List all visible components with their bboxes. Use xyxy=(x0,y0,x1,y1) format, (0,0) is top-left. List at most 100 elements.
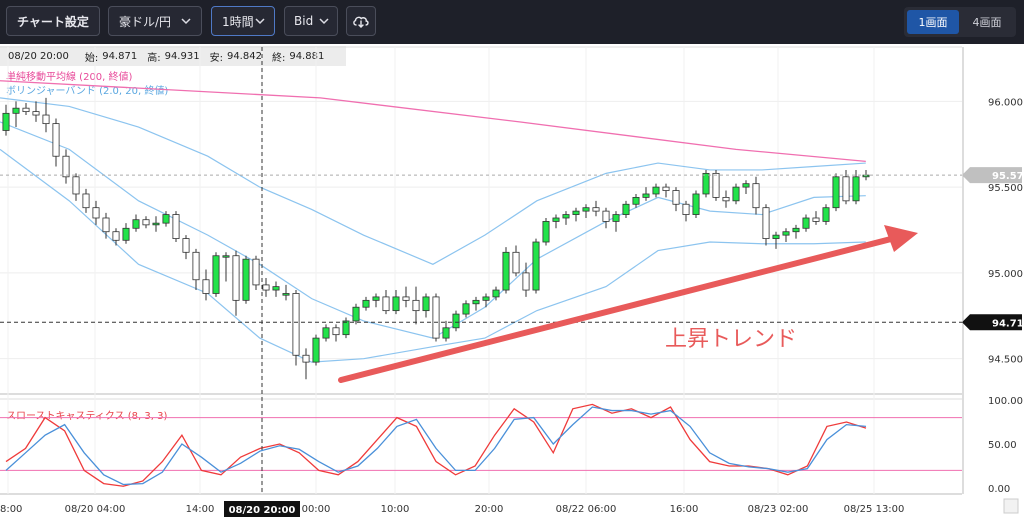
candle-body xyxy=(2,112,10,131)
candle-body xyxy=(812,217,820,222)
candle-body xyxy=(272,286,280,291)
candle-body xyxy=(142,219,150,226)
candle-body xyxy=(792,227,800,233)
toolbar: チャート設定 豪ドル/円 1時間 Bid 1画面 4画面 xyxy=(0,0,1024,44)
candle-body xyxy=(482,296,490,301)
candle-body xyxy=(532,241,540,291)
stoch-d-line xyxy=(5,406,867,486)
price-type-label: Bid xyxy=(294,14,314,28)
layout-toggle: 1画面 4画面 xyxy=(904,7,1016,37)
layout-1-button[interactable]: 1画面 xyxy=(907,10,959,34)
candle-body xyxy=(162,214,170,224)
y-tick-label: 95.000 xyxy=(988,269,1023,280)
y-tick-label: 95.500 xyxy=(988,183,1023,194)
candle-body xyxy=(232,255,240,301)
candle-body xyxy=(112,231,120,241)
candle-body xyxy=(822,207,830,222)
axis-corner xyxy=(1003,498,1019,514)
crosshair-price-label: 94.712 xyxy=(992,318,1024,329)
sma-line xyxy=(0,80,866,163)
timeframe-select[interactable]: 1時間 xyxy=(211,6,275,36)
x-tick-label: 08/23 02:00 xyxy=(748,504,809,515)
stochastic-panel xyxy=(0,403,962,487)
candle-body xyxy=(762,207,770,239)
candle-body xyxy=(542,221,550,243)
candle-body xyxy=(332,327,340,336)
candle-body xyxy=(422,296,430,312)
candle-body xyxy=(842,176,850,202)
candle-body xyxy=(72,176,80,195)
candle-body xyxy=(442,327,450,339)
pair-select[interactable]: 豪ドル/円 xyxy=(108,6,202,36)
x-tick-label: 14:00 xyxy=(186,504,215,515)
chevron-down-icon xyxy=(181,18,191,25)
x-tick-label: 10:00 xyxy=(381,504,410,515)
candle-body xyxy=(602,210,610,222)
trend-annotation: 上昇トレンド xyxy=(665,327,797,352)
candle-body xyxy=(432,296,440,339)
cloud-download-icon xyxy=(353,16,369,28)
price-type-select[interactable]: Bid xyxy=(284,6,338,36)
candle-body xyxy=(262,284,270,291)
stoch-y-tick-label: 0.00 xyxy=(988,484,1010,495)
candle-body xyxy=(562,214,570,219)
candle-body xyxy=(782,231,790,236)
x-tick-label: 20:00 xyxy=(475,504,504,515)
x-tick-label: 08/22 06:00 xyxy=(556,504,617,515)
x-tick-label: 08/25 13:00 xyxy=(844,504,905,515)
candle-body xyxy=(242,258,250,301)
chart-canvas[interactable]: 96.000 95.500 95.000 94.500 18:00 08/20 04:00… xyxy=(0,44,1024,519)
timeframe-label: 1時間 xyxy=(222,14,254,29)
candle-body xyxy=(62,155,70,178)
candle-body xyxy=(252,258,260,286)
y-tick-label: 96.000 xyxy=(988,97,1023,108)
candle-body xyxy=(492,289,500,298)
pair-label: 豪ドル/円 xyxy=(119,14,172,29)
candle-body xyxy=(42,114,50,125)
candle-body xyxy=(622,203,630,215)
x-tick-label: 16:00 xyxy=(670,504,699,515)
chevron-down-icon xyxy=(319,18,329,25)
candle-body xyxy=(312,337,320,363)
candle-body xyxy=(342,320,350,336)
candle-body xyxy=(732,186,740,202)
candle-body xyxy=(582,207,590,212)
candle-body xyxy=(572,210,580,215)
candle-body xyxy=(282,293,290,296)
candle-body xyxy=(672,190,680,205)
candle-body xyxy=(22,107,30,113)
candle-body xyxy=(222,255,230,258)
candle-body xyxy=(832,176,840,209)
current-price-label: 95.570 xyxy=(992,171,1024,182)
candle-body xyxy=(132,219,140,229)
candle-body xyxy=(712,172,720,198)
x-tick-label: 08/20 04:00 xyxy=(65,504,126,515)
candle-body xyxy=(852,176,860,202)
candle-body xyxy=(122,227,130,241)
crosshair-time-label: 08/20 20:00 xyxy=(229,505,296,516)
chart-settings-button[interactable]: チャート設定 xyxy=(6,6,100,36)
candle-body xyxy=(402,296,410,301)
candle-body xyxy=(382,296,390,312)
candle-body xyxy=(362,299,370,308)
candle-body xyxy=(172,214,180,239)
layout-4-button[interactable]: 4画面 xyxy=(961,10,1013,34)
candle-body xyxy=(632,196,640,205)
candle-body xyxy=(212,255,220,294)
stoch-y-tick-label: 100.00 xyxy=(988,396,1023,407)
candle-body xyxy=(32,111,40,116)
download-button[interactable] xyxy=(346,6,376,36)
candle-body xyxy=(472,299,480,305)
trend-arrow-head xyxy=(884,225,918,252)
sma-200-line xyxy=(0,80,866,163)
axes: 96.000 95.500 95.000 94.500 18:00 08/20 04:00… xyxy=(0,97,1023,515)
candle-body xyxy=(612,214,620,222)
candle-body xyxy=(352,306,360,322)
candle-body xyxy=(502,251,510,291)
candle-body xyxy=(512,251,520,274)
candle-body xyxy=(772,234,780,239)
candle-body xyxy=(372,296,380,301)
candle-body xyxy=(682,203,690,215)
grid xyxy=(0,46,964,495)
candle-body xyxy=(462,303,470,315)
